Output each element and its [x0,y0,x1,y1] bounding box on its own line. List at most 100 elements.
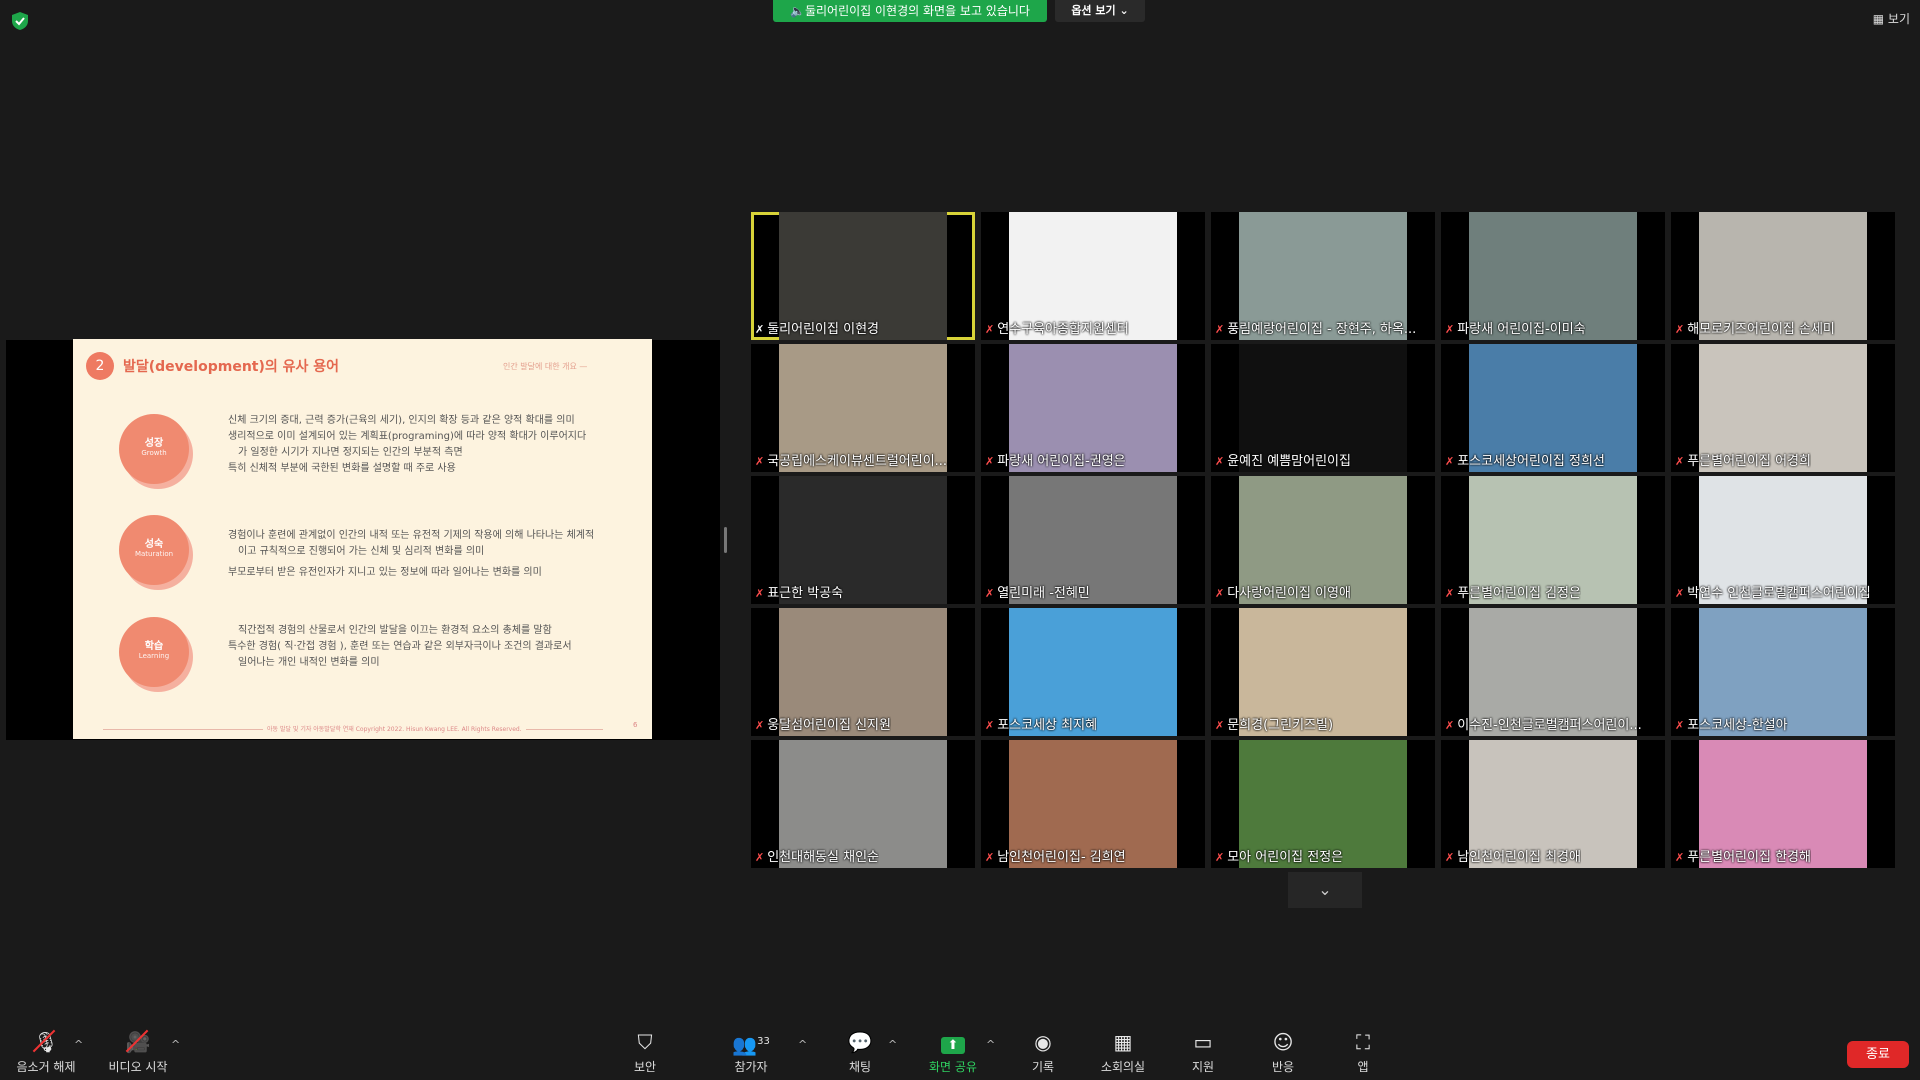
participant-tile[interactable]: ✗ 풍림예랑어린이집 - 장현주, 하옥... [1211,212,1435,340]
participant-tile[interactable]: ✗ 표근한 박공숙 [751,476,975,604]
unmute-button[interactable]: 🎙 음소거 해제 [8,1030,84,1075]
cast-screen-icon: ▭ [1193,1030,1213,1054]
share-arrow-icon: ⬆ [941,1037,965,1054]
apps-button[interactable]: ⛶ 앱 [1348,1030,1378,1075]
slide-line: 신체 크기의 증대, 근력 증가(근육의 세기), 인지의 확장 등과 같은 양… [228,415,575,426]
gallery-next-page-button[interactable]: ⌄ [1288,872,1362,908]
participant-tile[interactable]: ✗ 남인천어린이집- 김희연 [981,740,1205,868]
slide-line: 경험이나 훈련에 관계없이 인간의 내적 또는 유전적 기제의 작용에 의해 나… [228,530,595,541]
participant-tile[interactable]: ✗ 파랑새 어린이집-이미숙 [1441,212,1665,340]
microphone-muted-icon: ✗ [1445,323,1455,336]
microphone-muted-icon: ✗ [1215,455,1225,468]
slide-title: 발달(development)의 유사 용어 [123,359,340,375]
slide-line: 특히 신체적 부분에 국한된 변화를 설명할 때 주로 사용 [228,463,456,474]
view-button[interactable]: ▦ 보기 [1873,10,1910,27]
microphone-muted-icon: ✗ [1445,719,1455,732]
microphone-muted-icon: ✗ [755,455,765,468]
smiley-plus-icon: ☺ [1272,1030,1294,1054]
microphone-muted-icon: ✗ [1215,587,1225,600]
participant-tile[interactable]: ✗ 포스코세상-한설아 [1671,608,1895,736]
participant-tile[interactable]: ✗ 푸른별어린이집 어경희 [1671,344,1895,472]
participant-tile[interactable]: ✗ 웅달섬어린이집 신지원 [751,608,975,736]
microphone-muted-icon: ✗ [985,323,995,336]
chat-options-caret[interactable]: ^ [888,1038,897,1051]
participant-name: ✗ 국공립에스케이뷰센트럴어린이... [755,454,948,469]
participant-tile[interactable]: ✗ 인천대해동실 채인순 [751,740,975,868]
participant-name: ✗ 파랑새 어린이집-권영은 [985,454,1126,469]
participant-tile[interactable]: ✗ 푸른별어린이집 한경해 [1671,740,1895,868]
slide-line: 직간접적 경험의 산물로서 인간의 발달을 이끄는 환경적 요소의 총체를 말함 [238,625,552,636]
participant-name: ✗ 웅달섬어린이집 신지원 [755,718,891,733]
participant-tile[interactable]: ✗ 해모로키즈어린이집 손세미 [1671,212,1895,340]
end-meeting-button[interactable]: 종료 [1847,1041,1909,1068]
microphone-muted-icon: ✗ [1445,587,1455,600]
breakout-rooms-button[interactable]: ▦ 소회의실 [1096,1030,1150,1075]
slide-subtitle: 인간 발달에 대한 개요 — [503,362,588,371]
participant-name: ✗ 이수진-인천글로벌캠퍼스어린이... [1445,718,1642,733]
participant-tile[interactable]: ✗ 둘리어린이집 이현경 [751,212,975,340]
participants-button[interactable]: 👥33 참가자 [723,1030,779,1075]
microphone-muted-icon: ✗ [985,587,995,600]
participant-tile[interactable]: ✗ 열린미래 -전혜민 [981,476,1205,604]
view-options-button[interactable]: 옵션 보기 ⌄ [1055,0,1145,22]
panel-resize-handle[interactable] [724,527,727,553]
participant-name: ✗ 열린미래 -전혜민 [985,586,1090,601]
microphone-muted-icon: ✗ [1215,323,1225,336]
microphone-muted-icon: ✗ [1445,851,1455,864]
participants-options-caret[interactable]: ^ [798,1038,807,1051]
microphone-muted-icon: ✗ [1675,851,1685,864]
participant-name: ✗ 남인천어린이집- 김희연 [985,850,1126,865]
participant-name: ✗ 푸른별어린이집 한경해 [1675,850,1811,865]
microphone-muted-icon: ✗ [985,719,995,732]
participant-tile[interactable]: ✗ 남인천어린이집 최경애 [1441,740,1665,868]
reactions-button[interactable]: ☺ 반응 [1266,1030,1300,1075]
record-icon: ◉ [1034,1030,1052,1054]
participant-tile[interactable]: ✗ 윤예진 예쁨맘어린이집 [1211,344,1435,472]
participant-name: ✗ 다사랑어린이집 이영애 [1215,586,1351,601]
security-button[interactable]: ⛉ 보안 [620,1030,670,1075]
participant-tile[interactable]: ✗ 포스코세상어린이집 정희선 [1441,344,1665,472]
microphone-muted-icon: ✗ [1215,719,1225,732]
start-video-button[interactable]: 🎥 비디오 시작 [100,1030,176,1075]
microphone-muted-icon: ✗ [755,851,765,864]
participant-tile[interactable]: ✗ 모아 어린이집 전정은 [1211,740,1435,868]
slide-copyright: 아동 발달 및 기자 아동발달학 연재 Copyright 2022. Hisu… [263,724,526,733]
slide-number: 2 [86,352,114,380]
microphone-muted-icon: ✗ [755,587,765,600]
microphone-muted-icon: ✗ [1215,851,1225,864]
participant-tile[interactable]: ✗ 이수진-인천글로벌캠퍼스어린이... [1441,608,1665,736]
participant-name: ✗ 파랑새 어린이집-이미숙 [1445,322,1586,337]
participant-tile[interactable]: ✗ 다사랑어린이집 이영애 [1211,476,1435,604]
participant-tile[interactable]: ✗ 포스코세상 최지혜 [981,608,1205,736]
record-button[interactable]: ◉ 기록 [1026,1030,1060,1075]
participant-name: ✗ 해모로키즈어린이집 손세미 [1675,322,1835,337]
people-icon: 👥 [732,1032,758,1057]
participant-name: ✗ 푸른별어린이집 어경희 [1675,454,1811,469]
shared-slide: 2 발달(development)의 유사 용어 인간 발달에 대한 개요 — … [73,339,652,739]
participant-name: ✗ 포스코세상-한설아 [1675,718,1788,733]
participant-tile[interactable]: ✗ 파랑새 어린이집-권영은 [981,344,1205,472]
audio-options-caret[interactable]: ^ [74,1038,83,1051]
microphone-muted-icon: ✗ [1675,719,1685,732]
chevron-down-icon: ⌄ [1318,880,1332,899]
microphone-muted-icon: 🎙 [33,1030,59,1054]
participant-name: ✗ 윤예진 예쁨맘어린이집 [1215,454,1351,469]
video-options-caret[interactable]: ^ [171,1038,180,1051]
slide-page-number: 6 [633,721,638,729]
grid-icon: ▦ [1872,12,1885,26]
chat-button[interactable]: 💬 채팅 [840,1030,880,1075]
participant-tile[interactable]: ✗ 박연수 인천글로벌캠퍼스어린이집 [1671,476,1895,604]
camera-off-icon: 🎥 [125,1030,151,1054]
share-screen-button[interactable]: ⬆ 화면 공유 [922,1030,984,1075]
participant-name: ✗ 문희경(그린키즈빌) [1215,718,1334,733]
share-options-caret[interactable]: ^ [986,1038,995,1051]
participant-tile[interactable]: ✗ 푸른별어린이집 김정은 [1441,476,1665,604]
participant-tile[interactable]: ✗ 국공립에스케이뷰센트럴어린이... [751,344,975,472]
slide-line: 생리적으로 이미 설계되어 있는 계획표(programing)에 따라 양적 … [228,431,587,442]
participant-tile[interactable]: ✗ 문희경(그린키즈빌) [1211,608,1435,736]
microphone-muted-icon: ✗ [755,719,765,732]
participant-tile[interactable]: ✗ 연수구육아종합지원센터 [981,212,1205,340]
participant-name: ✗ 포스코세상어린이집 정희선 [1445,454,1605,469]
whiteboard-button[interactable]: ▭ 지원 [1186,1030,1220,1075]
participant-name: ✗ 모아 어린이집 전정은 [1215,850,1344,865]
